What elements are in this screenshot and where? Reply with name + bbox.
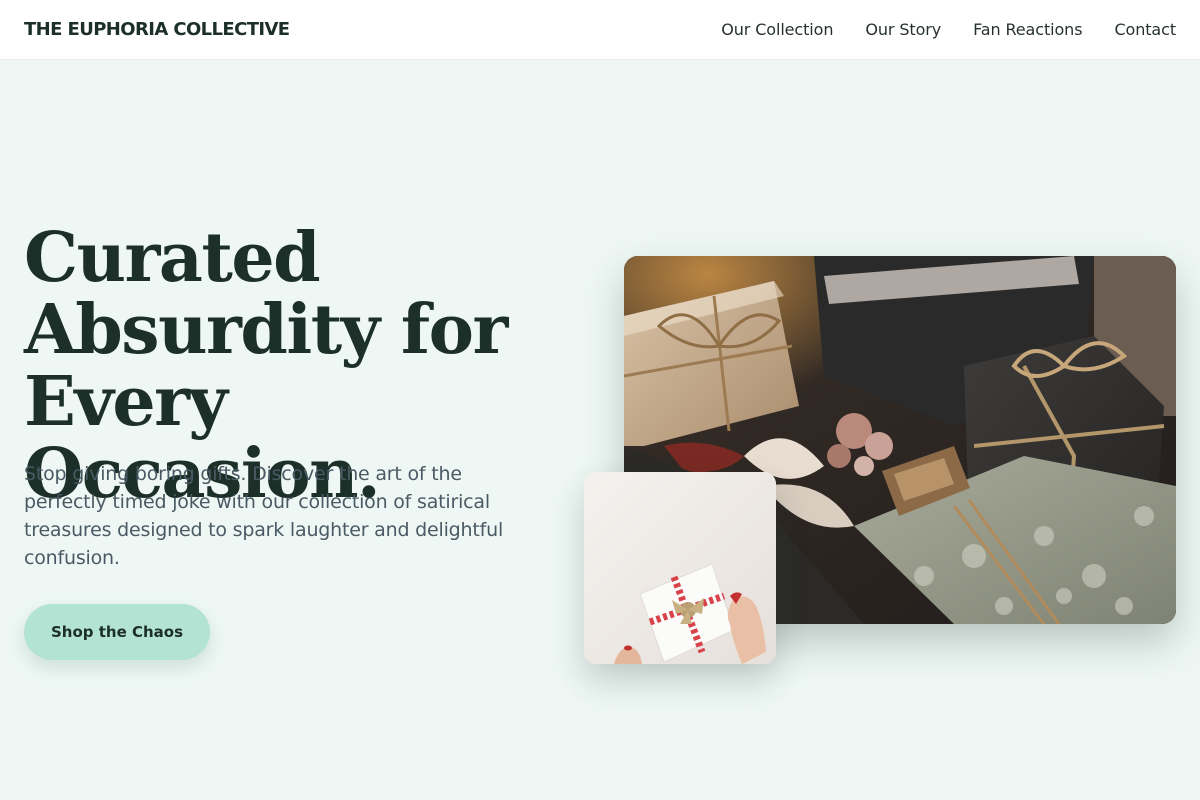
hero-description: Stop giving boring gifts. Discover the a… — [24, 463, 504, 569]
site-header: THE EUPHORIA COLLECTIVE Our Collection O… — [0, 0, 1200, 60]
brand-logo[interactable]: THE EUPHORIA COLLECTIVE — [24, 19, 290, 40]
hero-secondary-image — [584, 472, 776, 664]
nav-link-fan-reactions[interactable]: Fan Reactions — [973, 20, 1082, 39]
hero-title-line-1: Curated — [24, 218, 321, 298]
nav-link-our-collection[interactable]: Our Collection — [721, 20, 833, 39]
hero-title-line-2: Absurdity for — [24, 290, 508, 370]
nav-link-contact[interactable]: Contact — [1114, 20, 1176, 39]
main-nav: Our Collection Our Story Fan Reactions C… — [689, 20, 1176, 39]
gift-in-hands-illustration — [584, 472, 776, 664]
nav-link-our-story[interactable]: Our Story — [865, 20, 941, 39]
shop-the-chaos-button[interactable]: Shop the Chaos — [24, 604, 210, 660]
